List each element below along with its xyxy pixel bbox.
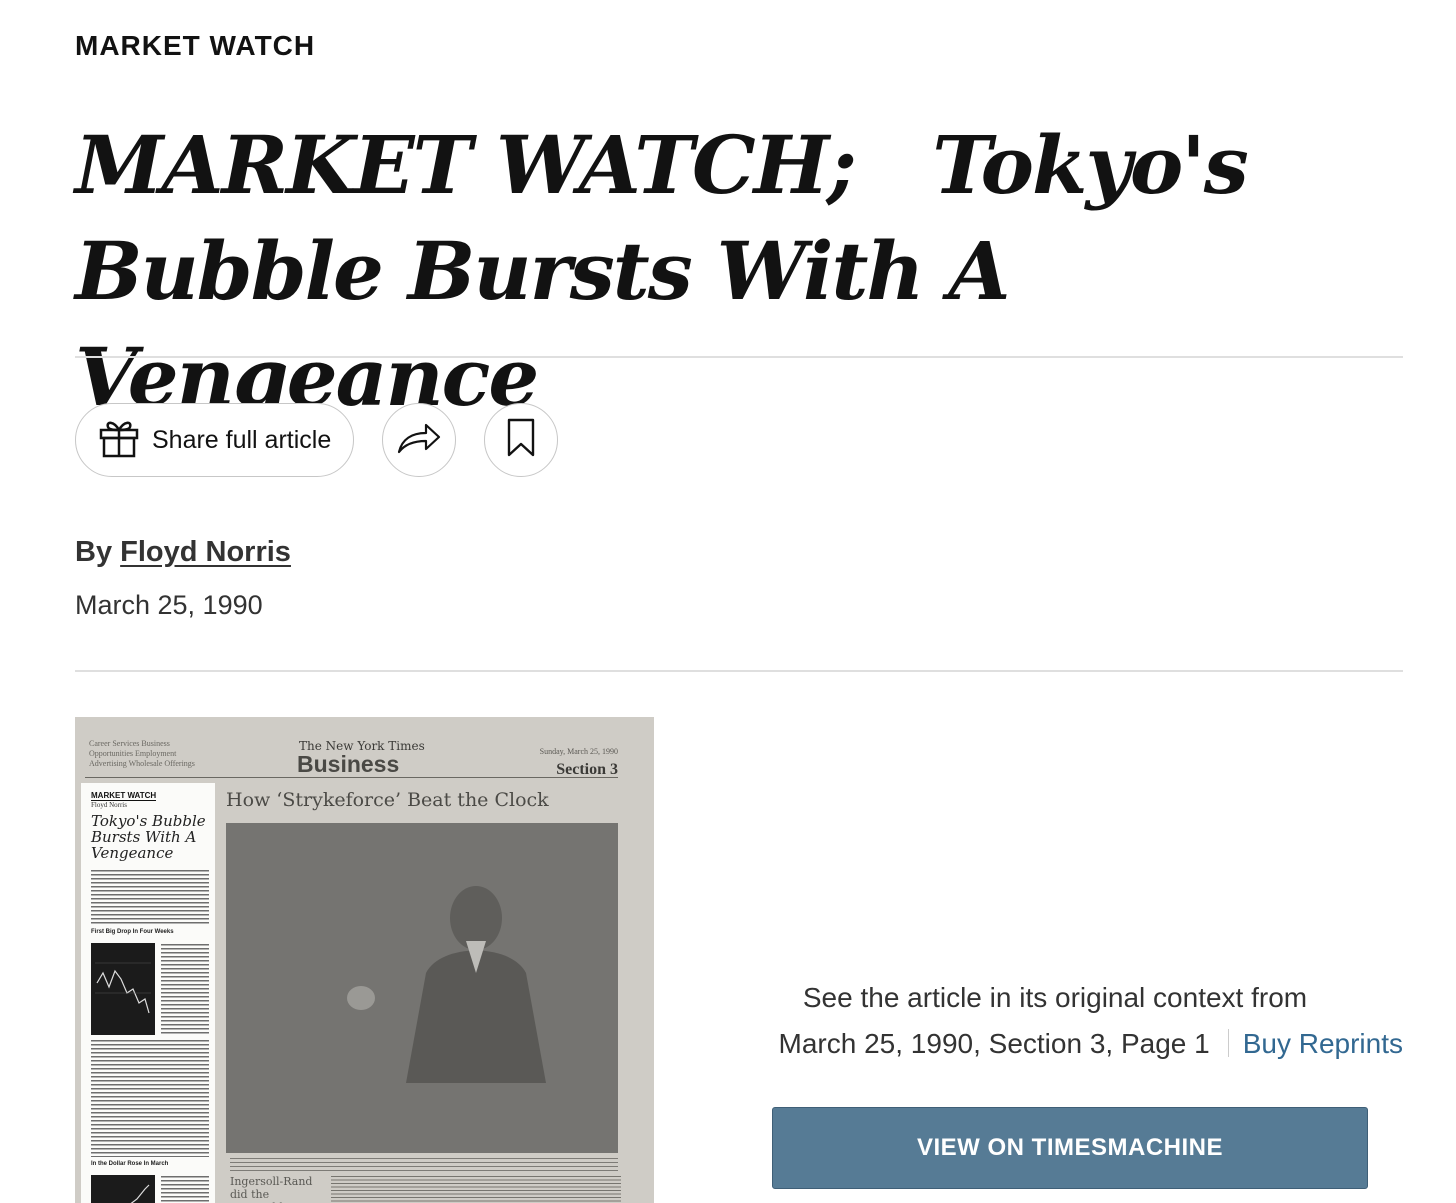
context-separator [1227,1029,1229,1057]
bookmark-icon [506,418,536,463]
view-on-timesmachine-button[interactable]: VIEW ON TIMESMACHINE [772,1107,1368,1189]
scan-photo-caption [230,1157,618,1171]
article-actions: Share full article [75,403,559,477]
scan-column-text [161,943,209,1035]
article-headline: MARKET WATCH; Tokyo's Bubble Bursts With… [75,118,1273,424]
scan-photo [226,823,618,1153]
publish-date: March 25, 1990 [75,590,263,620]
scan-section-name: Business [297,751,400,777]
scan-chart-label: In the Dollar Rose In March [91,1161,169,1167]
author-link[interactable]: Floyd Norris [120,536,291,568]
scan-column-text [161,1175,209,1203]
divider-bottom [75,670,1403,672]
byline-prefix: By [75,536,113,568]
scan-chart-2 [91,1175,155,1203]
byline: By Floyd Norris [75,536,291,569]
scan-column-text [91,1039,209,1157]
save-button[interactable] [484,403,559,477]
section-kicker: MARKET WATCH [75,30,316,61]
share-arrow-icon [396,421,442,460]
share-full-article-label: Share full article [152,425,332,454]
context-page-reference: March 25, 1990, Section 3, Page 1 [778,1028,1210,1059]
scan-masthead-index: Career Services Business Opportunities E… [89,739,195,768]
scan-column-kicker: MARKET WATCH [91,791,157,801]
scan-chart-label: First Big Drop In Four Weeks [91,929,174,935]
scan-highlighted-column: MARKET WATCH Floyd Norris Tokyo's Bubble… [81,783,215,1203]
scan-date: Sunday, March 25, 1990 [539,747,618,756]
divider-top [75,356,1403,358]
buy-reprints-link[interactable]: Buy Reprints [1243,1028,1403,1059]
gift-icon [98,418,140,463]
scan-column-headline: Tokyo's Bubble Bursts With A Vengeance [91,812,206,862]
print-page-scan[interactable]: Career Services Business Opportunities E… [75,717,654,1203]
scan-column-text [91,869,209,925]
scan-story-headline: How ‘Strykeforce’ Beat the Clock [226,789,549,811]
scan-column-author: Floyd Norris [91,801,127,809]
scan-body-text [331,1175,621,1203]
scan-subheadline: Ingersoll-Rand did the impossible: colla… [230,1175,313,1203]
share-button[interactable] [382,403,457,477]
share-full-article-button[interactable]: Share full article [75,403,355,477]
context-citation: March 25, 1990, Section 3, Page 1 Buy Rep… [779,1022,1403,1066]
original-context: See the article in its original context … [700,976,1440,1059]
context-intro: See the article in its original context … [802,982,1308,1013]
scan-chart-1 [91,943,155,1035]
scan-masthead-rule [85,777,618,778]
